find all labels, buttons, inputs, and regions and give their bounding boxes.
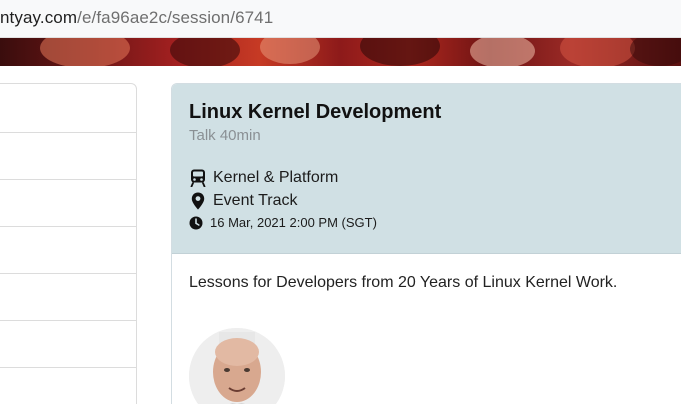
datetime-label: 16 Mar, 2021 2:00 PM (SGT): [210, 215, 377, 230]
url-text[interactable]: ntyay.com/e/fa96ae2c/session/6741: [0, 6, 273, 30]
session-type: Talk 40min: [189, 127, 261, 144]
map-marker-icon: [189, 192, 207, 210]
train-icon: [189, 169, 207, 187]
list-item[interactable]: [0, 274, 136, 321]
list-item[interactable]: [0, 227, 136, 274]
list-item[interactable]: [0, 133, 136, 180]
address-bar[interactable]: ntyay.com/e/fa96ae2c/session/6741: [0, 0, 681, 38]
session-summary: Lessons for Developers from 20 Years of …: [189, 274, 618, 291]
track-row: Kernel & Platform: [189, 166, 681, 189]
url-host: ntyay.com: [0, 8, 78, 27]
list-item[interactable]: [0, 180, 136, 227]
session-title: Linux Kernel Development: [189, 101, 442, 123]
datetime-row: 16 Mar, 2021 2:00 PM (SGT): [189, 212, 681, 233]
session-body: Lessons for Developers from 20 Years of …: [172, 254, 681, 404]
event-banner-image: [0, 38, 681, 66]
session-card: Linux Kernel Development Talk 40min Kern…: [171, 83, 681, 404]
list-item[interactable]: [0, 321, 136, 368]
room-row: Event Track: [189, 189, 681, 212]
list-item[interactable]: [0, 84, 136, 133]
url-path: /e/fa96ae2c/session/6741: [77, 8, 274, 27]
room-label: Event Track: [213, 191, 298, 209]
clock-icon: [189, 216, 203, 230]
session-meta: Kernel & Platform Event Track 16 Mar, 20…: [189, 166, 681, 233]
speaker-avatar[interactable]: [189, 328, 285, 404]
list-item[interactable]: [0, 368, 136, 404]
sessions-list-card: [0, 83, 137, 404]
session-header: Linux Kernel Development Talk 40min Kern…: [172, 84, 681, 254]
track-label: Kernel & Platform: [213, 168, 339, 186]
